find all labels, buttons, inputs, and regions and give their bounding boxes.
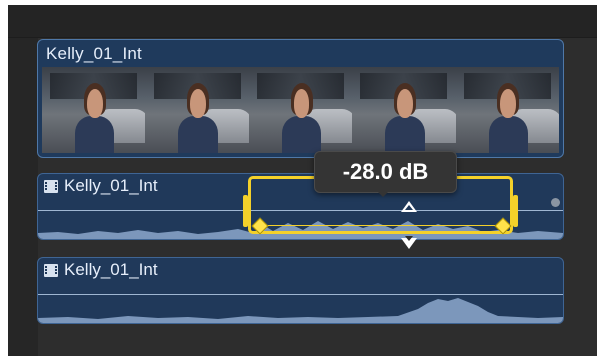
audio-waveform-2 <box>38 298 563 323</box>
track-header-column <box>8 38 38 356</box>
video-thumbnail <box>352 67 456 153</box>
range-selection-left-handle[interactable] <box>243 195 248 227</box>
video-filmstrip <box>42 67 560 153</box>
volume-down-arrow-icon[interactable] <box>401 236 417 249</box>
video-thumbnail <box>248 67 353 153</box>
video-clip[interactable]: Kelly_01_Int <box>37 39 564 158</box>
video-thumbnail <box>455 67 560 153</box>
video-thumbnail <box>145 67 249 153</box>
tooltip-tail <box>376 190 390 197</box>
audio-clip-1-name: Kelly_01_Int <box>64 176 158 195</box>
film-icon <box>44 179 58 193</box>
clip-end-marker-icon[interactable] <box>551 198 560 207</box>
range-selection-right-handle[interactable] <box>513 195 518 227</box>
film-icon <box>44 263 58 277</box>
volume-tooltip-value: -28.0 dB <box>342 159 429 184</box>
video-thumbnail <box>42 67 146 153</box>
volume-up-arrow-icon[interactable] <box>401 201 417 212</box>
volume-tooltip: -28.0 dB <box>314 151 457 193</box>
audio-clip-1-label: Kelly_01_Int <box>44 176 158 196</box>
app-frame: Kelly_01_Int Kelly_01_Int Kelly_01_Int -… <box>0 0 597 360</box>
volume-keyframe-line[interactable] <box>258 225 501 226</box>
audio-clip-2-label: Kelly_01_Int <box>44 260 158 280</box>
video-clip-name: Kelly_01_Int <box>46 44 142 63</box>
audio-clip-2-name: Kelly_01_Int <box>64 260 158 279</box>
timeline-ruler[interactable] <box>8 5 597 38</box>
audio-clip-2[interactable]: Kelly_01_Int <box>37 257 564 324</box>
